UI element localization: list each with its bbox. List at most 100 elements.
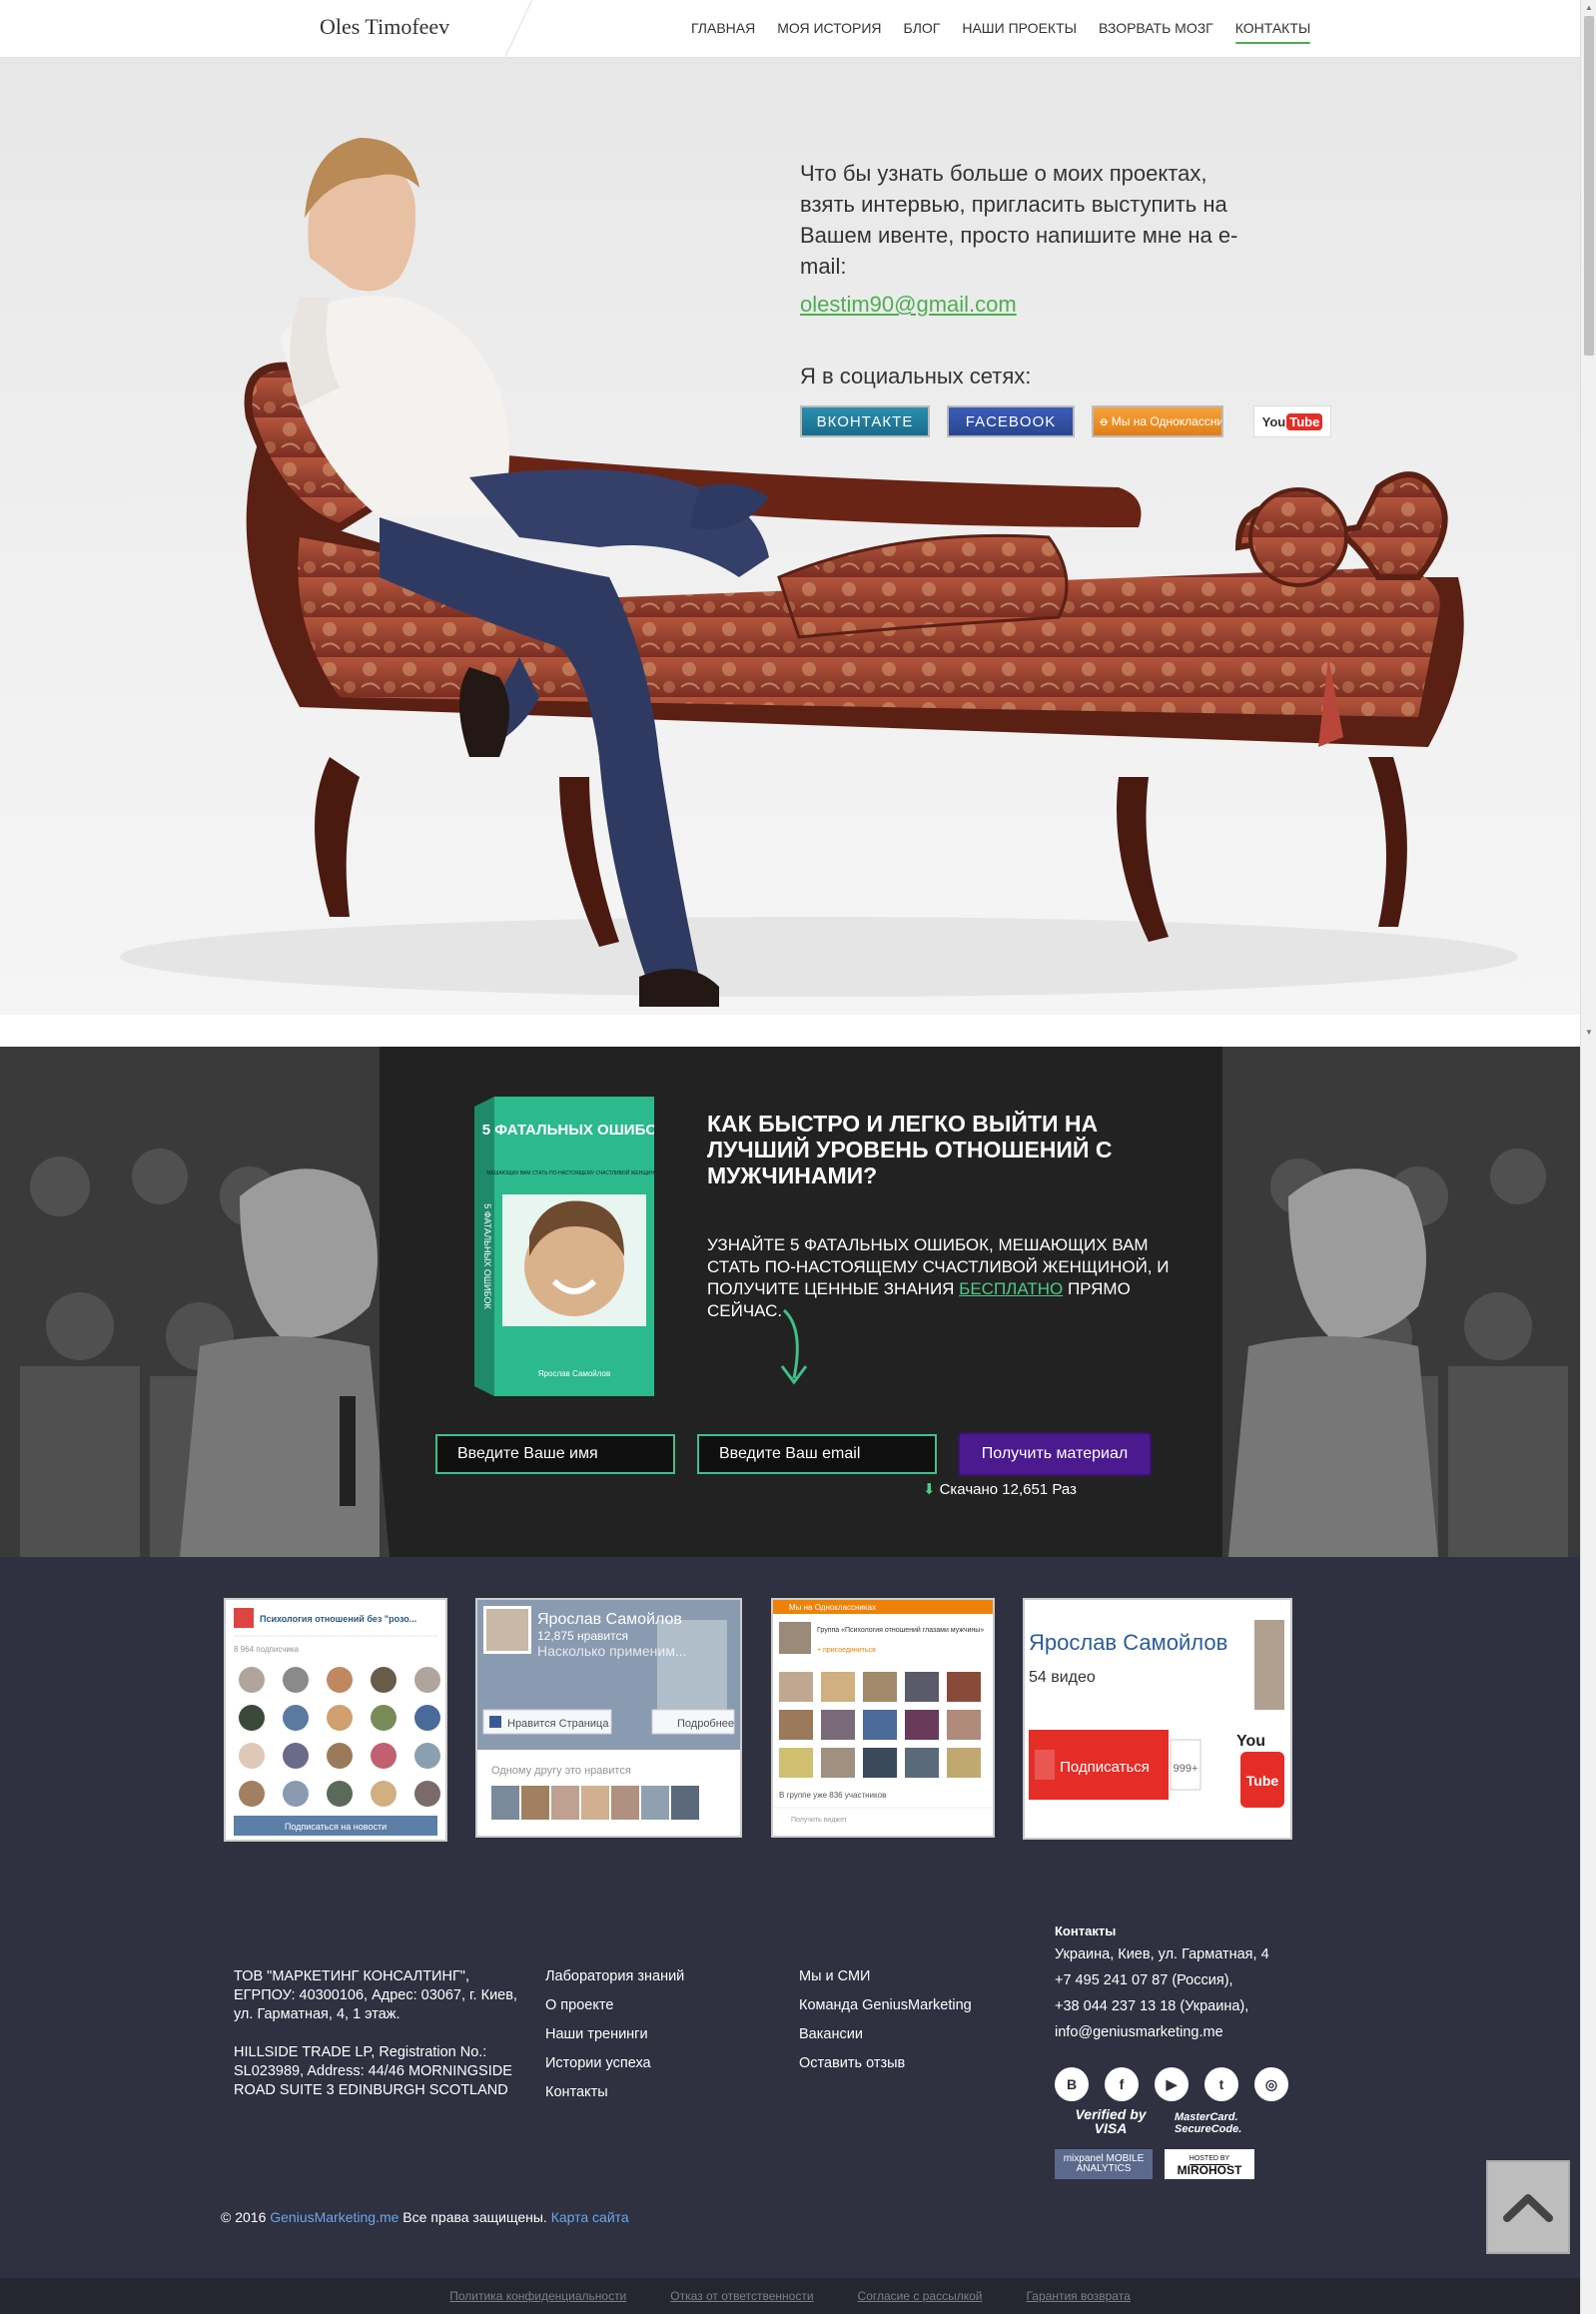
vk-subscribe-button[interactable]: Подписаться на новости [285,1822,387,1832]
nav-blow-mind[interactable]: ВЗОРВАТЬ МОЗГ [1099,20,1213,36]
lead-title: КАК БЫСТРО И ЛЕГКО ВЫЙТИ НА ЛУЧШИЙ УРОВЕ… [707,1111,1113,1188]
youtube-you: You [1261,413,1286,429]
book-title: 5 ФАТАЛЬНЫХ ОШИБОК [482,1122,654,1139]
footer-link-success-stories[interactable]: Истории успеха [545,2054,684,2073]
vk-widget-content: Психология отношений без "розо... 8 964 … [234,1608,440,1836]
site-header: Oles Timofeev ГЛАВНАЯ МОЯ ИСТОРИЯ БЛОГ Н… [0,0,1580,58]
hero-section: Что бы узнать больше о моих проектах, вз… [0,58,1580,1015]
email-input[interactable]: Введите Ваш email [697,1434,937,1474]
odnoklassniki-widget[interactable]: Мы на Одноклассниках Группа «Психология … [771,1598,995,1838]
footer-link-media[interactable]: Мы и СМИ [799,1967,972,1986]
lead-magnet-section: 5 ФАТАЛЬНЫХ ОШИБОК МЕШАЮЩИХ ВАМ СТАТЬ ПО… [0,1047,1580,1557]
footer-link-team[interactable]: Команда GeniusMarketing [799,1996,972,2015]
nav-home[interactable]: ГЛАВНАЯ [691,20,755,36]
company-info-ukraine: ТОВ "МАРКЕТИНГ КОНСАЛТИНГ", ЕГРПОУ: 4030… [234,1968,517,2022]
ok-widget-content: Мы на Одноклассниках Группа «Психология … [773,1600,993,1824]
nav-projects[interactable]: НАШИ ПРОЕКТЫ [962,20,1077,36]
copyright-rights: Все права защищены. [399,2209,551,2225]
disclaimer-link[interactable]: Отказ от ответственности [670,2289,813,2303]
footer-link-feedback[interactable]: Оставить отзыв [799,2054,972,2073]
page-scrollbar[interactable]: ▲ ▼ [1580,0,1596,2314]
footer-link-contacts[interactable]: Контакты [545,2083,684,2102]
vk-widget[interactable]: Психология отношений без "розо... 8 964 … [224,1598,447,1842]
fb-friend-text: Одному другу это нравится [491,1765,631,1777]
fb-widget-content: Ярослав Самойлов 12,875 нравится Насколь… [477,1600,740,1836]
refund-guarantee-link[interactable]: Гарантия возврата [1026,2289,1130,2303]
fb-page-name: Ярослав Самойлов [537,1611,682,1628]
name-input[interactable]: Введите Ваше имя [435,1434,675,1474]
nav-blog[interactable]: БЛОГ [904,20,941,36]
company-info: ТОВ "МАРКЕТИНГ КОНСАЛТИНГ", ЕГРПОУ: 4030… [234,1967,523,2100]
contact-phone-ru[interactable]: +7 495 241 07 87 (Россия), [1055,1967,1274,1993]
lead-free-link[interactable]: БЕСПЛАТНО [959,1279,1063,1298]
hero-photo [120,138,1518,1007]
download-count-text: Скачано 12,651 Раз [939,1480,1077,1498]
ok-join-link[interactable]: + присоединиться [817,1647,876,1654]
youtube-button[interactable]: You Tube [1253,405,1331,437]
contacts-title: Контакты [1055,1924,1117,1938]
contact-email-link[interactable]: olestim90@gmail.com [800,292,1017,318]
ok-button-label: Мы на Одноклассниках [1111,414,1223,428]
footer-link-knowledge-lab[interactable]: Лаборатория знаний [545,1967,684,1986]
logo-divider [465,0,533,58]
ok-icon: ꝋ [1100,414,1112,428]
yt-logo-you: You [1236,1733,1265,1750]
instagram-icon[interactable]: ◎ [1254,2067,1288,2101]
sitemap-link[interactable]: Карта сайта [551,2209,629,2225]
footer-link-trainings[interactable]: Наши тренинги [545,2025,684,2044]
contact-intro: Что бы узнать больше о моих проектах, вз… [800,161,1238,279]
footer-link-about[interactable]: О проекте [545,1996,684,2015]
fb-more-button[interactable]: Подробнее [677,1718,734,1730]
legal-links-bar: Политика конфиденциальности Отказ от отв… [0,2278,1580,2314]
copyright: © 2016 GeniusMarketing.me Все права защи… [221,2209,629,2225]
copyright-site-link[interactable]: GeniusMarketing.me [270,2209,399,2225]
scroll-up-arrow-icon[interactable]: ▲ [1581,0,1596,14]
youtube-icon[interactable]: ▶ [1155,2067,1189,2101]
site-logo[interactable]: Oles Timofeev [320,14,449,40]
youtube-tube: Tube [1286,412,1323,430]
facebook-button[interactable]: FACEBOOK [947,405,1075,437]
yt-subscribe-button[interactable]: Подписаться [1060,1759,1150,1776]
contact-phone-ua[interactable]: +38 044 237 13 18 (Украина), [1055,1993,1274,2019]
privacy-policy-link[interactable]: Политика конфиденциальности [449,2289,626,2303]
nav-my-story[interactable]: МОЯ ИСТОРИЯ [777,20,881,36]
mailing-consent-link[interactable]: Согласие с рассылкой [858,2289,983,2303]
fb-overlay-text: Насколько применим... [537,1643,687,1659]
mixpanel-badge[interactable]: mixpanel MOBILE ANALYTICS [1055,2149,1153,2179]
main-nav: ГЛАВНАЯ МОЯ ИСТОРИЯ БЛОГ НАШИ ПРОЕКТЫ ВЗ… [691,20,1310,44]
scroll-down-arrow-icon[interactable]: ▼ [1581,1025,1596,1039]
vk-subscribers: 8 964 подписчика [234,1645,300,1654]
section-gap [0,1015,1580,1047]
yt-logo-tube: Tube [1246,1773,1279,1789]
ok-members: В группе уже 836 участников [779,1791,886,1800]
twitter-icon[interactable]: t [1204,2067,1238,2101]
facebook-widget[interactable]: Ярослав Самойлов 12,875 нравится Насколь… [475,1598,742,1838]
scroll-to-top-button[interactable] [1486,2160,1570,2254]
odnoklassniki-button[interactable]: ꝋ Мы на Одноклассниках [1092,405,1223,437]
contact-email[interactable]: info@geniusmarketing.me [1055,2019,1274,2045]
copyright-prefix: © 2016 [221,2209,271,2225]
footer-link-vacancies[interactable]: Вакансии [799,2025,972,2044]
fb-like-button[interactable]: Нравится Страница [507,1718,609,1730]
vk-group-name: Психология отношений без "розо... [260,1614,416,1624]
download-icon: ⬇ [923,1481,936,1498]
download-counter: ⬇ Скачано 12,651 Раз [923,1480,1077,1499]
footer-links-2: Мы и СМИ Команда GeniusMarketing Ваканси… [799,1967,972,2073]
nav-contacts[interactable]: КОНТАКТЫ [1234,20,1310,44]
vk-button[interactable]: ВКОНТАКТЕ [800,405,930,437]
youtube-widget[interactable]: Ярослав Самойлов 54 видео Подписаться 99… [1023,1598,1292,1840]
scrollbar-thumb[interactable] [1584,16,1594,356]
book-spine-text: 5 ФАТАЛЬНЫХ ОШИБОК [482,1203,492,1309]
facebook-icon[interactable]: f [1105,2067,1139,2101]
mirohost-badge[interactable]: HOSTED BY MIROHOST [1165,2149,1254,2179]
ok-widget-header: Мы на Одноклассниках [789,1603,876,1612]
arrow-down-icon [780,1308,808,1385]
vk-icon[interactable]: В [1055,2067,1089,2101]
get-material-button[interactable]: Получить материал [960,1434,1150,1474]
ok-get-widget-link[interactable]: Получить виджет [791,1817,848,1824]
ok-group-name: Группа «Психология отношений глазами муж… [817,1626,984,1634]
mirohost-name: MIROHOST [1177,2162,1242,2177]
footer-links-1: Лаборатория знаний О проекте Наши тренин… [545,1967,684,2102]
company-info-uk: HILLSIDE TRADE LP, Registration No.: SL0… [234,2044,512,2098]
chevron-up-icon [1503,2194,1553,2222]
